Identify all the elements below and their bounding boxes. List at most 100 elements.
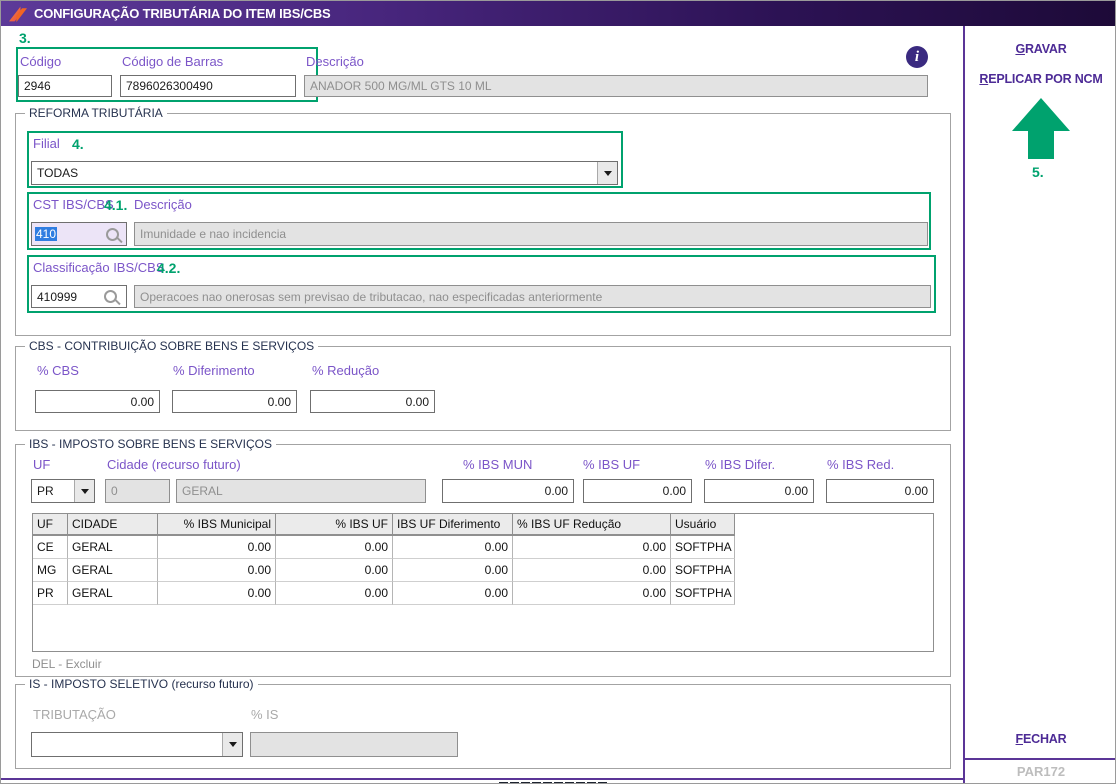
sidebar-divider	[963, 26, 965, 784]
annotation-step-4: 4.	[72, 136, 84, 152]
col-header[interactable]: UF	[33, 514, 68, 536]
cell-uf: CE	[33, 536, 68, 559]
is-caption: IS - IMPOSTO SELETIVO (recurso futuro)	[25, 677, 258, 691]
info-icon[interactable]: i	[906, 46, 928, 68]
filial-dropdown-value: TODAS	[32, 166, 597, 180]
ibs-mun-input[interactable]: 0.00	[442, 479, 574, 503]
codigo-input[interactable]: 2946	[18, 75, 112, 97]
annotation-up-arrow-icon	[1012, 98, 1070, 159]
codigo-barras-input[interactable]: 7896026300490	[120, 75, 296, 97]
ibs-uf-dropdown-value: PR	[32, 484, 74, 498]
annotation-step-5: 5.	[1032, 164, 1044, 180]
ibs-table[interactable]: UF CIDADE % IBS Municipal % IBS UF IBS U…	[32, 513, 934, 652]
ibs-ufpct-label: % IBS UF	[583, 457, 640, 472]
cst-label: CST IBS/CBS	[33, 197, 114, 212]
gravar-button[interactable]: GRAVAR	[965, 42, 1116, 56]
is-pct-input	[250, 732, 458, 757]
filial-dropdown[interactable]: TODAS	[31, 161, 618, 185]
title-bar: CONFIGURAÇÃO TRIBUTÁRIA DO ITEM IBS/CBS	[1, 1, 1116, 26]
table-row[interactable]: MG GERAL 0.00 0.00 0.00 0.00 SOFTPHA	[33, 559, 933, 582]
cell-usuario: SOFTPHA	[671, 582, 735, 605]
cell-ibs-uf: 0.00	[276, 582, 393, 605]
classificacao-descricao-input: Operacoes nao onerosas sem previsao de t…	[134, 285, 931, 308]
table-row[interactable]: PR GERAL 0.00 0.00 0.00 0.00 SOFTPHA	[33, 582, 933, 605]
cst-descricao-label: Descrição	[134, 197, 192, 212]
ibs-uf-dropdown-button[interactable]	[74, 480, 94, 502]
ibs-red-input[interactable]: 0.00	[826, 479, 934, 503]
window-bottom-border	[1, 778, 963, 780]
cst-code-value: 410	[35, 227, 57, 241]
col-header[interactable]: Usuário	[671, 514, 735, 536]
cell-reducao: 0.00	[513, 536, 671, 559]
cell-reducao: 0.00	[513, 559, 671, 582]
tributacao-label: TRIBUTAÇÃO	[33, 707, 116, 722]
cbs-diferimento-label: % Diferimento	[173, 363, 255, 378]
cbs-caption: CBS - CONTRIBUIÇÃO SOBRE BENS E SERVIÇOS	[25, 339, 318, 353]
delete-hint: DEL - Excluir	[32, 657, 102, 671]
filial-label: Filial	[33, 136, 60, 151]
annotation-step-4-2: 4.2.	[157, 260, 180, 276]
replicar-por-ncm-button[interactable]: REPLICAR POR NCM	[965, 72, 1116, 86]
cell-cidade: GERAL	[68, 536, 158, 559]
annotation-step-3: 3.	[19, 30, 31, 46]
fechar-button[interactable]: FECHAR	[965, 732, 1116, 746]
cell-uf: PR	[33, 582, 68, 605]
cbs-reducao-input[interactable]: 0.00	[310, 390, 435, 413]
window-title: CONFIGURAÇÃO TRIBUTÁRIA DO ITEM IBS/CBS	[34, 6, 331, 21]
col-header[interactable]: % IBS Municipal	[158, 514, 276, 536]
cbs-pct-input[interactable]: 0.00	[35, 390, 160, 413]
screen-code: PAR172	[965, 764, 1116, 779]
chevron-down-icon	[229, 742, 237, 747]
cell-reducao: 0.00	[513, 582, 671, 605]
ibs-difer-input[interactable]: 0.00	[704, 479, 814, 503]
descricao-label: Descrição	[306, 54, 364, 69]
cbs-pct-label: % CBS	[37, 363, 79, 378]
is-pct-label: % IS	[251, 707, 278, 722]
classificacao-label: Classificação IBS/CBS	[33, 260, 165, 275]
sidebar-footer-divider	[964, 758, 1116, 760]
footer-logo-fragment	[499, 779, 629, 784]
ibs-ufpct-input[interactable]: 0.00	[583, 479, 692, 503]
classificacao-code-value: 410999	[37, 290, 77, 304]
cell-diferimento: 0.00	[393, 559, 513, 582]
annotation-step-4-1: 4.1.	[104, 197, 127, 213]
classificacao-code-input[interactable]: 410999	[31, 285, 127, 308]
cell-usuario: SOFTPHA	[671, 559, 735, 582]
codigo-barras-label: Código de Barras	[122, 54, 223, 69]
app-logo-icon	[8, 5, 28, 23]
table-row[interactable]: CE GERAL 0.00 0.00 0.00 0.00 SOFTPHA	[33, 536, 933, 559]
cell-diferimento: 0.00	[393, 536, 513, 559]
cell-cidade: GERAL	[68, 559, 158, 582]
cbs-group: CBS - CONTRIBUIÇÃO SOBRE BENS E SERVIÇOS	[15, 346, 951, 431]
cell-ibs-municipal: 0.00	[158, 582, 276, 605]
col-header[interactable]: IBS UF Diferimento	[393, 514, 513, 536]
col-header[interactable]: CIDADE	[68, 514, 158, 536]
ibs-difer-label: % IBS Difer.	[705, 457, 775, 472]
cell-cidade: GERAL	[68, 582, 158, 605]
cell-ibs-uf: 0.00	[276, 536, 393, 559]
ibs-mun-label: % IBS MUN	[463, 457, 532, 472]
ibs-cidade-code-input: 0	[105, 479, 170, 503]
descricao-input: ANADOR 500 MG/ML GTS 10 ML	[304, 75, 928, 97]
search-icon[interactable]	[106, 228, 119, 241]
codigo-label: Código	[20, 54, 61, 69]
tributacao-dropdown-button[interactable]	[222, 733, 242, 756]
search-icon[interactable]	[104, 290, 117, 303]
ibs-uf-label: UF	[33, 457, 50, 472]
filial-dropdown-button[interactable]	[597, 162, 617, 184]
cbs-reducao-label: % Redução	[312, 363, 379, 378]
ibs-caption: IBS - IMPOSTO SOBRE BENS E SERVIÇOS	[25, 437, 276, 451]
tributacao-dropdown[interactable]	[31, 732, 243, 757]
cell-ibs-municipal: 0.00	[158, 536, 276, 559]
col-header[interactable]: % IBS UF	[276, 514, 393, 536]
ibs-cidade-name-input: GERAL	[176, 479, 426, 503]
ibs-cidade-label: Cidade (recurso futuro)	[107, 457, 241, 472]
cst-code-input[interactable]: 410	[31, 222, 127, 246]
ibs-red-label: % IBS Red.	[827, 457, 894, 472]
cbs-diferimento-input[interactable]: 0.00	[172, 390, 297, 413]
ibs-uf-dropdown[interactable]: PR	[31, 479, 95, 503]
col-header[interactable]: % IBS UF Redução	[513, 514, 671, 536]
cst-descricao-input: Imunidade e nao incidencia	[134, 222, 928, 246]
chevron-down-icon	[81, 489, 89, 494]
chevron-down-icon	[604, 171, 612, 176]
